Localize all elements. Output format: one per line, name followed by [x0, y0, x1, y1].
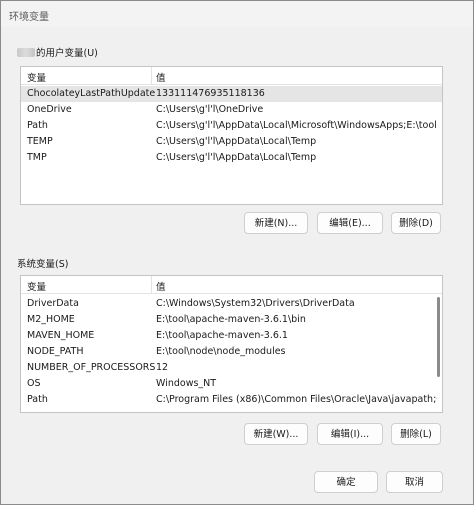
variable-value: C:\Users\g'l'l\AppData\Local\Temp	[156, 152, 317, 163]
variable-name: Path	[27, 120, 48, 131]
variable-name: Path	[27, 394, 48, 405]
system-edit-button[interactable]: 编辑(I)...	[317, 423, 383, 445]
variable-name: DriverData	[27, 298, 79, 309]
variable-value: Windows_NT	[156, 378, 217, 389]
column-header-value[interactable]: 值	[156, 70, 166, 84]
variable-name: TEMP	[27, 136, 53, 147]
column-header-variable[interactable]: 变量	[27, 279, 46, 293]
system-vars-group-label: 系统变量(S)	[17, 259, 69, 270]
user-delete-button[interactable]: 删除(D)	[391, 212, 441, 234]
list-item[interactable]: DriverData C:\Windows\System32\Drivers\D…	[21, 296, 442, 312]
cancel-button[interactable]: 取消	[386, 471, 443, 493]
user-new-button[interactable]: 新建(N)...	[244, 212, 308, 234]
variable-value: C:\Users\g'l'l\OneDrive	[156, 104, 264, 115]
variable-value: E:\tool\apache-maven-3.6.1	[156, 330, 288, 341]
list-item[interactable]: TEMP C:\Users\g'l'l\AppData\Local\Temp	[21, 134, 442, 150]
environment-variables-dialog: 环境变量 的用户变量(U) 变量 值 ChocolateyLastPathUpd…	[0, 0, 474, 505]
list-item[interactable]: OS Windows_NT	[21, 376, 442, 392]
list-item[interactable]: M2_HOME E:\tool\apache-maven-3.6.1\bin	[21, 312, 442, 328]
window-title: 环境变量	[9, 12, 49, 23]
variable-value: E:\tool\apache-maven-3.6.1\bin	[156, 314, 306, 325]
variable-name: NUMBER_OF_PROCESSORS	[27, 362, 156, 373]
user-vars-list[interactable]: 变量 值 ChocolateyLastPathUpdate 1331114769…	[20, 66, 443, 205]
list-item[interactable]: Path C:\Program Files (x86)\Common Files…	[21, 392, 442, 408]
column-header-variable[interactable]: 变量	[27, 70, 46, 84]
column-divider[interactable]	[151, 67, 152, 84]
variable-value: C:\Windows\System32\Drivers\DriverData	[156, 298, 355, 309]
list-item[interactable]: ChocolateyLastPathUpdate 133111476935118…	[21, 86, 442, 102]
system-delete-button[interactable]: 删除(L)	[391, 423, 441, 445]
variable-name: MAVEN_HOME	[27, 330, 95, 341]
variable-value: 133111476935118136	[156, 88, 265, 99]
list-item[interactable]: NODE_PATH E:\tool\node\node_modules	[21, 344, 442, 360]
variable-value: C:\Users\g'l'l\AppData\Local\Microsoft\W…	[156, 120, 437, 131]
variable-name: OS	[27, 378, 41, 389]
variable-value: C:\Users\g'l'l\AppData\Local\Temp	[156, 136, 317, 147]
list-item[interactable]: TMP C:\Users\g'l'l\AppData\Local\Temp	[21, 150, 442, 166]
list-item[interactable]: NUMBER_OF_PROCESSORS 12	[21, 360, 442, 376]
system-vars-list[interactable]: 变量 值 DriverData C:\Windows\System32\Driv…	[20, 275, 443, 413]
variable-name: TMP	[27, 152, 47, 163]
variable-value: 12	[156, 362, 169, 373]
variable-value: E:\tool\node\node_modules	[156, 346, 286, 357]
ok-button[interactable]: 确定	[314, 471, 378, 493]
list-item[interactable]: OneDrive C:\Users\g'l'l\OneDrive	[21, 102, 442, 118]
user-vars-header: 变量 值	[21, 67, 442, 85]
user-vars-group-label: 的用户变量(U)	[17, 45, 98, 59]
user-edit-button[interactable]: 编辑(E)...	[317, 212, 383, 234]
list-item[interactable]: Path C:\Users\g'l'l\AppData\Local\Micros…	[21, 118, 442, 134]
column-header-value[interactable]: 值	[156, 279, 166, 293]
variable-name: OneDrive	[27, 104, 72, 115]
variable-name: M2_HOME	[27, 314, 75, 325]
blurred-username	[17, 48, 35, 57]
list-item[interactable]: MAVEN_HOME E:\tool\apache-maven-3.6.1	[21, 328, 442, 344]
system-new-button[interactable]: 新建(W)...	[244, 423, 308, 445]
title-bar[interactable]: 环境变量	[1, 1, 473, 27]
variable-name: NODE_PATH	[27, 346, 84, 357]
column-divider[interactable]	[151, 276, 152, 293]
variable-name: ChocolateyLastPathUpdate	[27, 88, 156, 99]
system-vars-header: 变量 值	[21, 276, 442, 294]
variable-value: C:\Program Files (x86)\Common Files\Orac…	[156, 394, 437, 405]
vertical-scrollbar[interactable]	[437, 297, 440, 377]
